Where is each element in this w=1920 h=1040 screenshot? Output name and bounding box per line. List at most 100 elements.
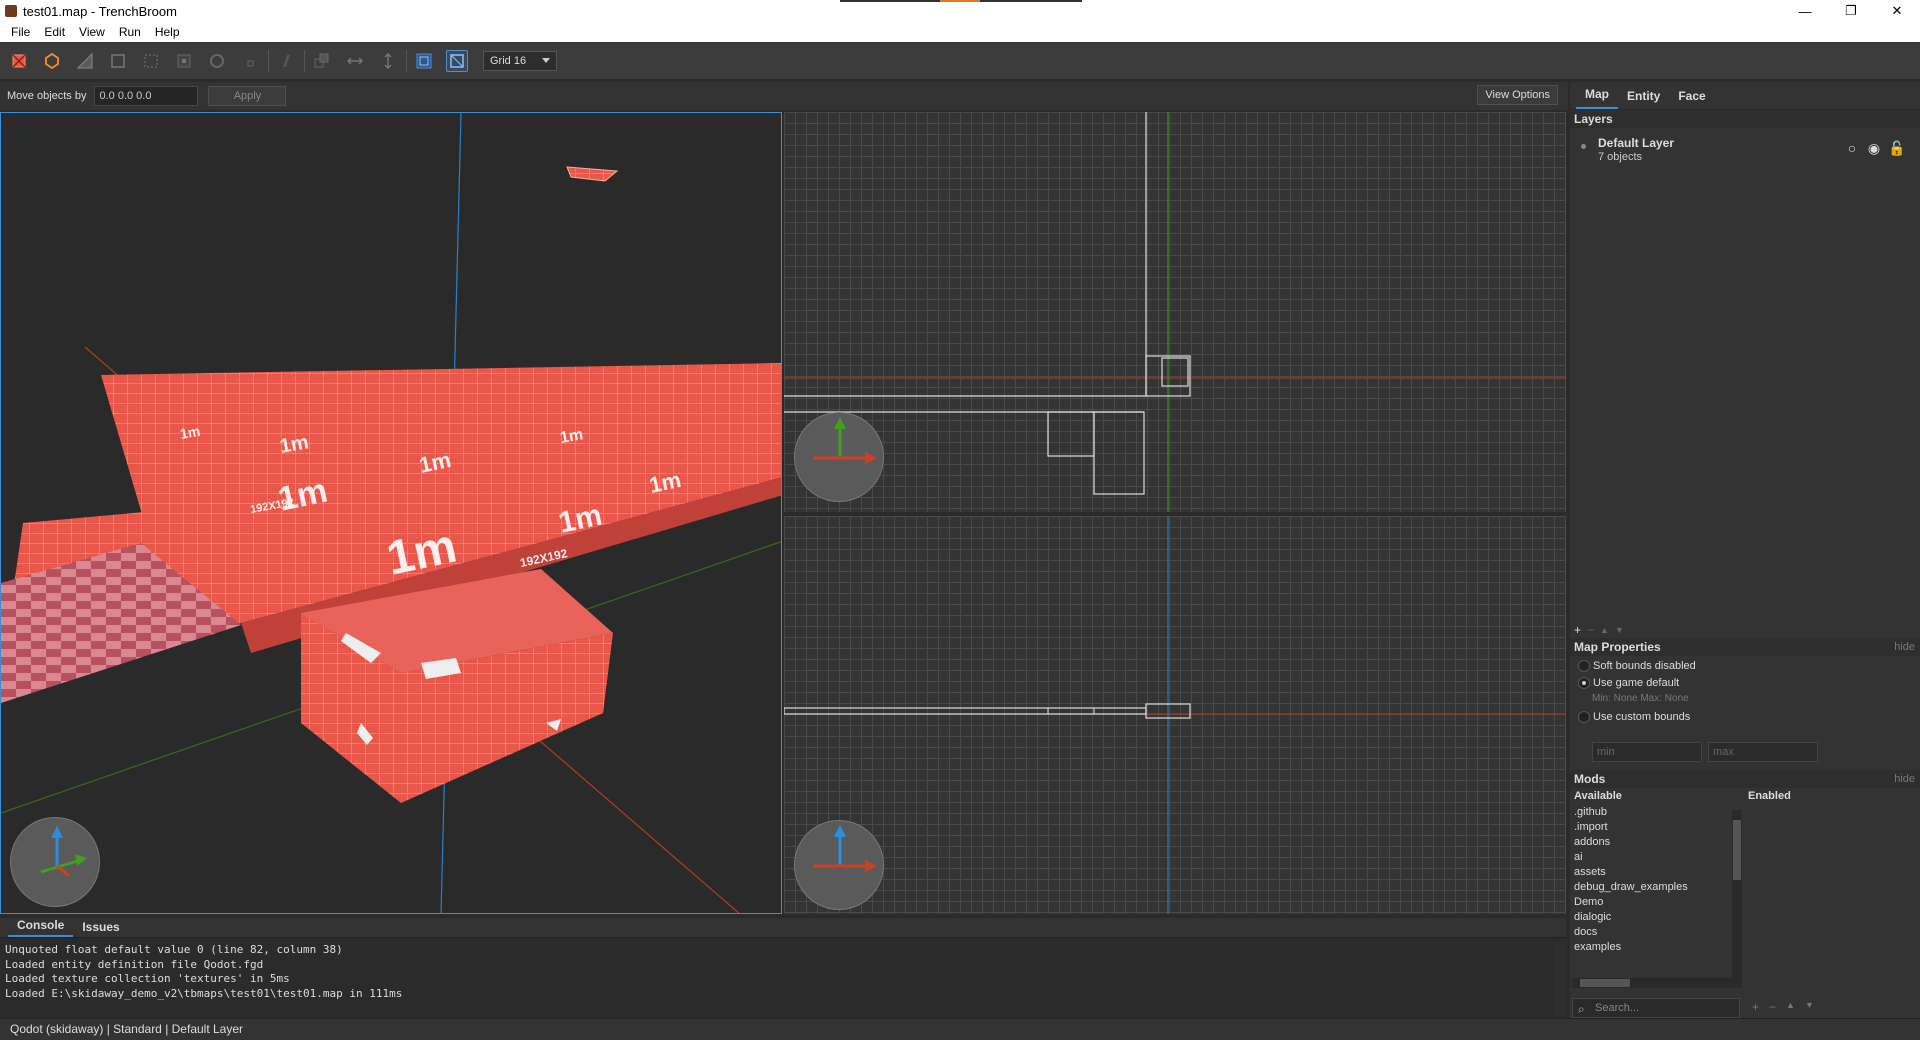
move-objects-input[interactable]: 0.0 0.0 0.0 <box>94 86 199 106</box>
minimize-button[interactable]: — <box>1782 0 1828 22</box>
log-line: Unquoted float default value 0 (line 82,… <box>5 943 343 956</box>
remove-layer-button[interactable]: − <box>1587 623 1594 637</box>
vertex-tool-icon[interactable] <box>107 50 129 72</box>
tab-console[interactable]: Console <box>8 918 74 937</box>
viewport-top-scene <box>784 112 1566 512</box>
layer-name: Default Layer <box>1598 136 1675 150</box>
list-item[interactable]: docs <box>1570 925 1746 940</box>
log-line: Loaded texture collection 'textures' in … <box>5 972 290 986</box>
clip-tool-icon[interactable] <box>74 50 96 72</box>
tab-entity[interactable]: Entity <box>1618 89 1669 109</box>
active-layer-dot-icon <box>1581 144 1586 149</box>
mods-vertical-scrollbar[interactable] <box>1732 810 1742 978</box>
uv-lock-icon[interactable] <box>446 49 468 72</box>
available-mods-header: Available <box>1574 790 1622 802</box>
brush-tool-icon[interactable] <box>41 50 63 72</box>
list-item[interactable]: .import <box>1570 820 1746 835</box>
console-panel: Console Issues Unquoted float default va… <box>0 918 1566 1016</box>
edge-tool-icon[interactable] <box>140 50 162 72</box>
console-scrollbar[interactable] <box>1554 940 1566 1016</box>
default-tool-icon[interactable] <box>8 50 30 72</box>
move-mod-down-button[interactable]: ▼ <box>1805 1000 1814 1014</box>
status-bar: Qodot (skidaway) | Standard | Default La… <box>0 1018 1920 1040</box>
move-layer-up-button[interactable]: ▲ <box>1600 625 1609 635</box>
eye-icon[interactable]: ◉ <box>1866 140 1882 156</box>
flip-vertical-icon[interactable] <box>377 50 399 72</box>
max-bounds-input[interactable]: max <box>1708 742 1818 762</box>
move-mod-up-button[interactable]: ▲ <box>1786 1000 1795 1014</box>
hide-mods-button[interactable]: hide <box>1894 770 1915 788</box>
layer-row[interactable]: Default Layer 7 objects ○ ◉ 🔓 <box>1570 134 1920 164</box>
layer-controls: + − ▲ ▼ <box>1570 622 1920 638</box>
layer-object-count: 7 objects <box>1598 151 1643 163</box>
axis-gizmo-3d <box>10 817 100 907</box>
duplicate-icon[interactable] <box>311 50 333 72</box>
mods-header: Mods hide <box>1570 770 1920 788</box>
hide-map-properties-button[interactable]: hide <box>1894 638 1915 656</box>
list-item[interactable]: addons <box>1570 835 1746 850</box>
add-mod-button[interactable]: + <box>1752 1000 1759 1014</box>
list-item[interactable]: images <box>1570 955 1746 957</box>
scale-tool-icon[interactable] <box>239 50 261 72</box>
map-properties-header: Map Properties hide <box>1570 638 1920 656</box>
axis-gizmo-top <box>794 412 884 502</box>
list-item[interactable]: assets <box>1570 865 1746 880</box>
list-item[interactable]: ai <box>1570 850 1746 865</box>
texture-lock-icon[interactable] <box>413 50 435 72</box>
console-log: Unquoted float default value 0 (line 82,… <box>0 938 1566 1002</box>
rotate-tool-icon[interactable] <box>206 50 228 72</box>
mods-search-input[interactable]: ⌕ Search... <box>1572 998 1740 1018</box>
menu-edit[interactable]: Edit <box>37 25 72 39</box>
use-custom-bounds-radio[interactable] <box>1578 711 1590 723</box>
tab-issues[interactable]: Issues <box>73 920 128 937</box>
title-bar: test01.map - TrenchBroom — ❐ ✕ <box>0 0 1920 22</box>
remove-mod-button[interactable]: − <box>1769 1000 1776 1014</box>
use-game-default-radio[interactable] <box>1578 677 1590 689</box>
available-mods-list: .github .import addons ai assets debug_d… <box>1570 805 1746 957</box>
move-objects-label: Move objects by <box>7 90 87 102</box>
grid-size-select[interactable]: Grid 16 <box>483 50 557 71</box>
list-item[interactable]: Demo <box>1570 895 1746 910</box>
move-objects-bar: Move objects by 0.0 0.0 0.0 Apply View O… <box>0 82 1568 110</box>
move-layer-down-button[interactable]: ▼ <box>1615 625 1624 635</box>
menu-run[interactable]: Run <box>112 25 148 39</box>
toolbar-separator <box>304 49 305 72</box>
mods-horizontal-scrollbar[interactable] <box>1572 978 1742 988</box>
omit-from-export-icon[interactable]: ○ <box>1844 140 1860 156</box>
search-placeholder: Search... <box>1595 1002 1640 1014</box>
log-line: Loaded entity definition file Qodot.fgd <box>5 957 264 971</box>
viewport-2d-top[interactable] <box>784 112 1566 512</box>
list-item[interactable]: debug_draw_examples <box>1570 880 1746 895</box>
flip-horizontal-icon[interactable] <box>344 50 366 72</box>
view-options-button[interactable]: View Options <box>1477 85 1558 105</box>
viewport-2d-front[interactable] <box>784 516 1566 914</box>
window-title: test01.map - TrenchBroom <box>23 3 177 19</box>
tab-map[interactable]: Map <box>1576 87 1618 109</box>
menu-view[interactable]: View <box>72 25 112 39</box>
soft-bounds-disabled-radio[interactable] <box>1578 660 1590 672</box>
mods-title: Mods <box>1574 772 1606 786</box>
titlebar-accent <box>840 0 1082 2</box>
layers-header: Layers <box>1570 110 1920 128</box>
menu-file[interactable]: File <box>4 25 37 39</box>
list-item[interactable]: dialogic <box>1570 910 1746 925</box>
close-button[interactable]: ✕ <box>1874 0 1920 22</box>
tab-face[interactable]: Face <box>1669 89 1714 109</box>
viewport-3d[interactable]: 1m 1m 1m 192X192 192X192 1m 1m 1m 1m 1m <box>0 112 782 914</box>
toolbar: Grid 16 <box>0 42 1920 80</box>
lock-icon[interactable]: 🔓 <box>1888 140 1905 156</box>
list-item[interactable]: examples <box>1570 940 1746 955</box>
inspector-tabs: Map Entity Face <box>1570 82 1920 110</box>
map-properties-panel: Soft bounds disabled Use game default Mi… <box>1570 656 1920 770</box>
axis-gizmo-front <box>794 820 884 910</box>
toolbar-separator <box>268 49 269 72</box>
menu-help[interactable]: Help <box>148 25 187 39</box>
apply-button[interactable]: Apply <box>208 86 287 106</box>
console-tabs: Console Issues <box>0 918 1566 938</box>
shear-tool-icon[interactable] <box>275 50 297 72</box>
face-tool-icon[interactable] <box>173 50 195 72</box>
list-item[interactable]: .github <box>1570 805 1746 820</box>
maximize-button[interactable]: ❐ <box>1828 0 1874 22</box>
min-bounds-input[interactable]: min <box>1592 742 1702 762</box>
add-layer-button[interactable]: + <box>1574 623 1581 637</box>
